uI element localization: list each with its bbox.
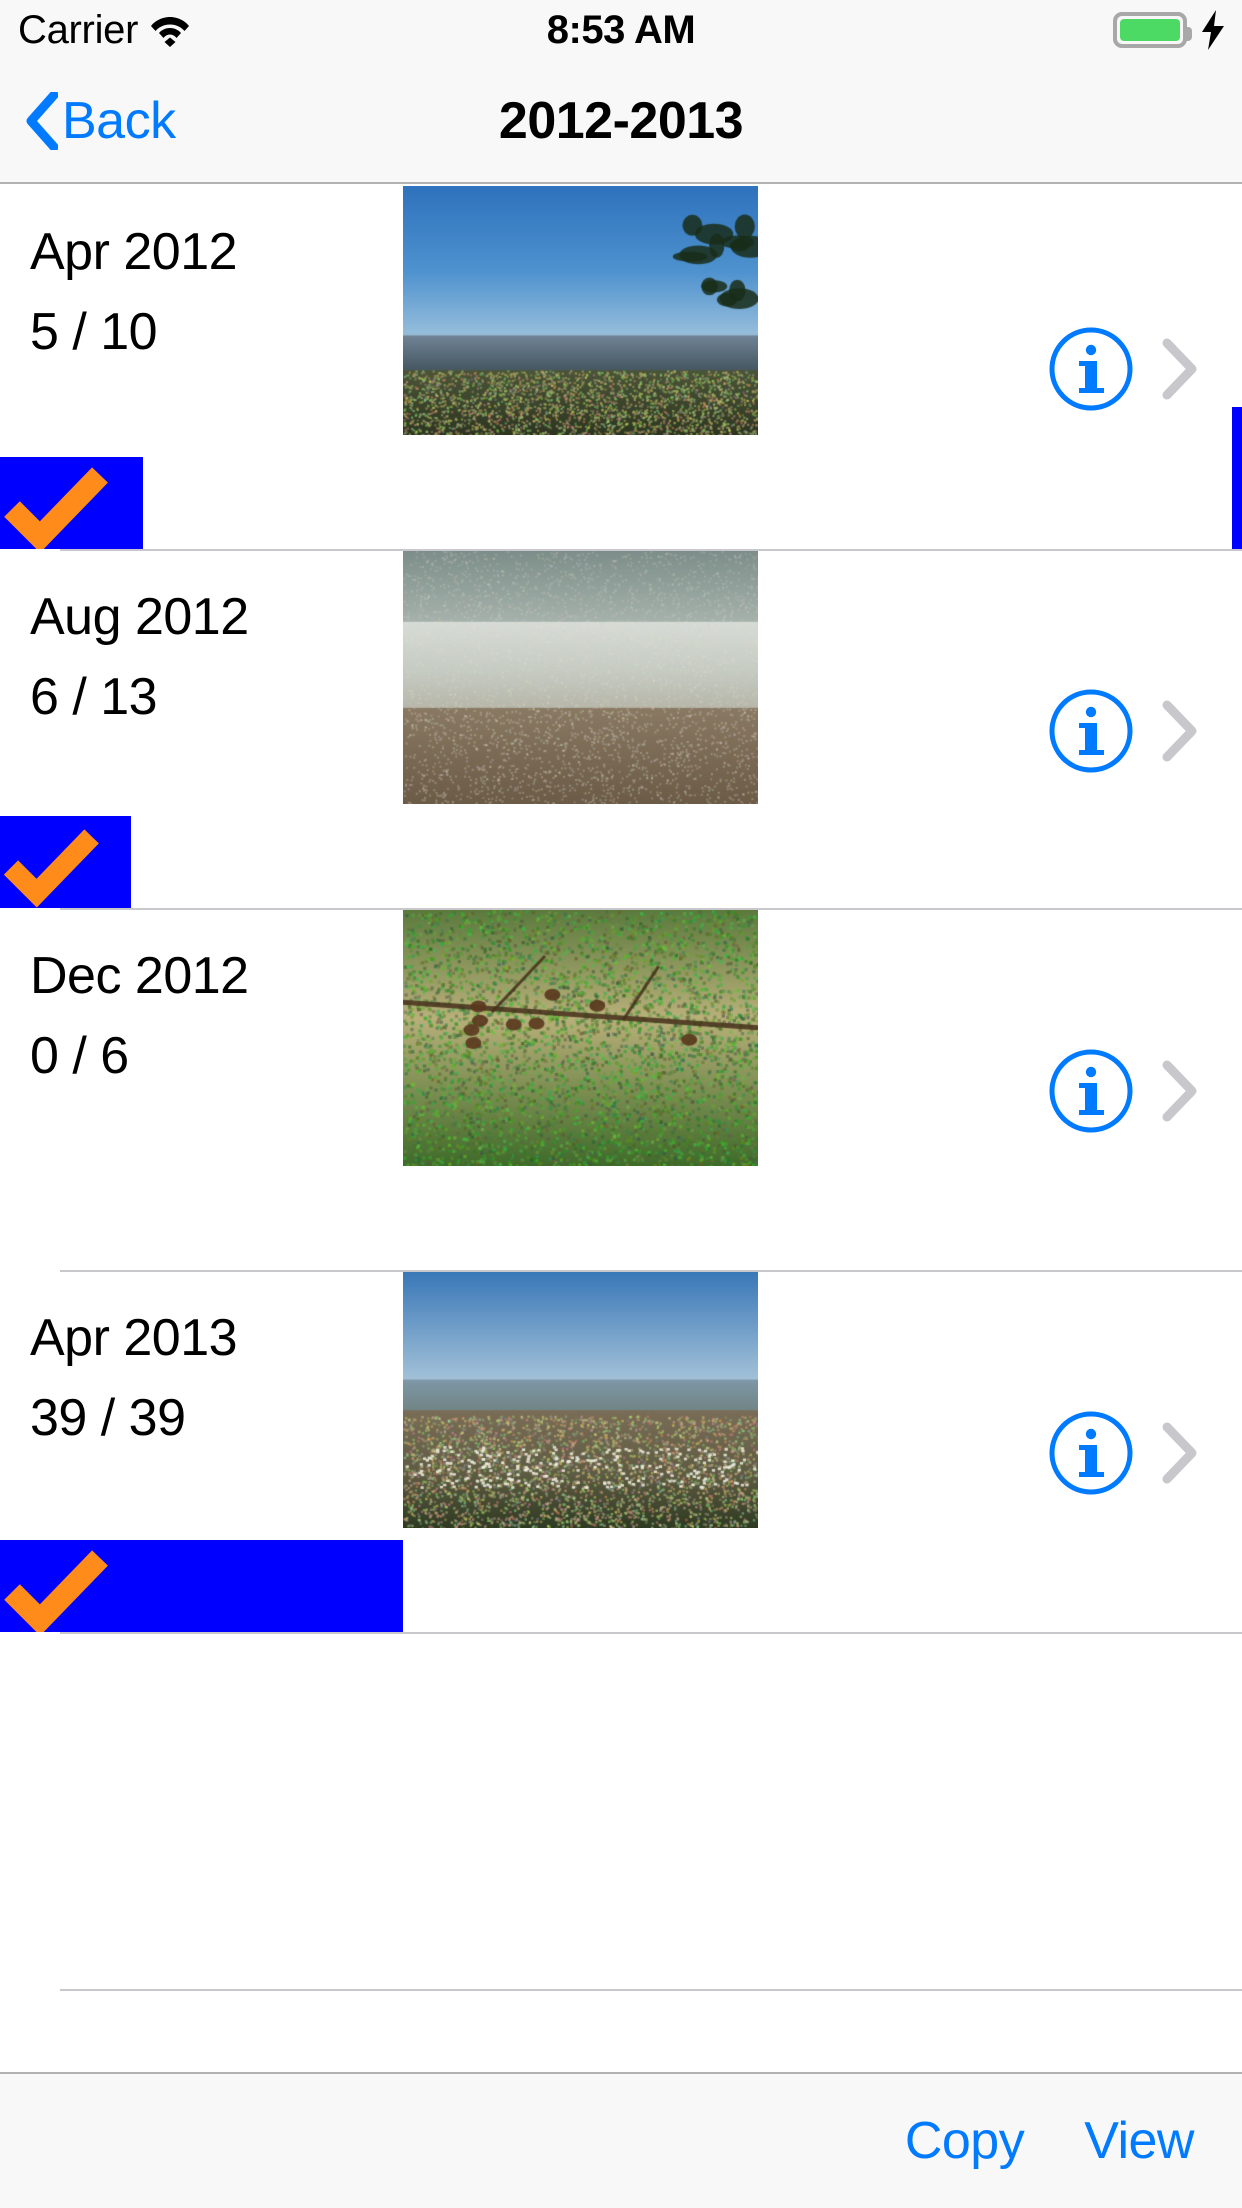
row-month-label: Apr 2012 [30,222,400,282]
chevron-right-icon [1160,1060,1200,1122]
row-count-label: 5 / 10 [30,302,400,362]
info-circle-icon [1047,687,1135,775]
info-button[interactable] [1047,687,1135,775]
row-text-block: Aug 2012 6 / 13 [30,587,400,727]
chevron-right-icon [1160,338,1200,400]
battery-full-icon [1113,12,1187,48]
disclosure-indicator[interactable] [1160,700,1200,762]
row-count-label: 0 / 6 [30,1026,400,1086]
info-button[interactable] [1047,1409,1135,1497]
row-month-label: Apr 2013 [30,1308,400,1368]
page-title: 2012-2013 [0,60,1242,182]
selection-checkmark-badge[interactable] [0,816,131,908]
bottom-toolbar: Copy View [0,2072,1242,2208]
row-count-label: 6 / 13 [30,667,400,727]
checkmark-icon [0,816,131,908]
info-circle-icon [1047,325,1135,413]
selection-checkmark-badge[interactable] [0,1540,403,1632]
table-row[interactable]: Apr 2012 5 / 10 [0,186,1242,551]
row-count-label: 39 / 39 [30,1388,400,1448]
iphone-screen: Carrier 8:53 AM 2012-2013 Back [0,0,1242,2208]
trailing-separator [60,1989,1242,1991]
selection-checkmark-badge[interactable] [0,457,143,549]
row-thumbnail [403,910,758,1166]
row-text-block: Apr 2013 39 / 39 [30,1308,400,1448]
table-row[interactable]: Apr 2013 39 / 39 [0,1272,1242,1634]
chevron-right-icon [1160,1422,1200,1484]
navigation-bar: 2012-2013 Back [0,60,1242,184]
info-button[interactable] [1047,325,1135,413]
info-circle-icon [1047,1409,1135,1497]
disclosure-indicator[interactable] [1160,1422,1200,1484]
disclosure-indicator[interactable] [1160,338,1200,400]
view-button[interactable]: View [1084,2111,1194,2171]
back-button[interactable]: Back [24,60,176,182]
lightning-bolt-icon [1200,10,1226,50]
disclosure-indicator[interactable] [1160,1060,1200,1122]
row-month-label: Aug 2012 [30,587,400,647]
month-list-table: Apr 2012 5 / 10 Aug 2012 6 / 13 Dec 2012 0 / … [0,186,1242,1634]
row-month-label: Dec 2012 [30,946,400,1006]
table-row[interactable]: Dec 2012 0 / 6 [0,910,1242,1272]
row-text-block: Dec 2012 0 / 6 [30,946,400,1086]
info-circle-icon [1047,1047,1135,1135]
checkmark-icon [0,1540,403,1632]
back-button-label: Back [62,91,176,151]
row-thumbnail [403,551,758,804]
chevron-left-icon [24,92,58,150]
selection-edge-strip [1232,407,1242,549]
status-bar-time: 8:53 AM [0,0,1242,60]
row-separator [60,1632,1242,1634]
row-thumbnail [403,1272,758,1528]
chevron-right-icon [1160,700,1200,762]
info-button[interactable] [1047,1047,1135,1135]
row-text-block: Apr 2012 5 / 10 [30,222,400,362]
status-bar: Carrier 8:53 AM [0,0,1242,60]
status-bar-right [1113,0,1226,60]
checkmark-icon [0,457,143,549]
table-row[interactable]: Aug 2012 6 / 13 [0,551,1242,910]
copy-button[interactable]: Copy [905,2111,1024,2171]
row-thumbnail [403,186,758,435]
